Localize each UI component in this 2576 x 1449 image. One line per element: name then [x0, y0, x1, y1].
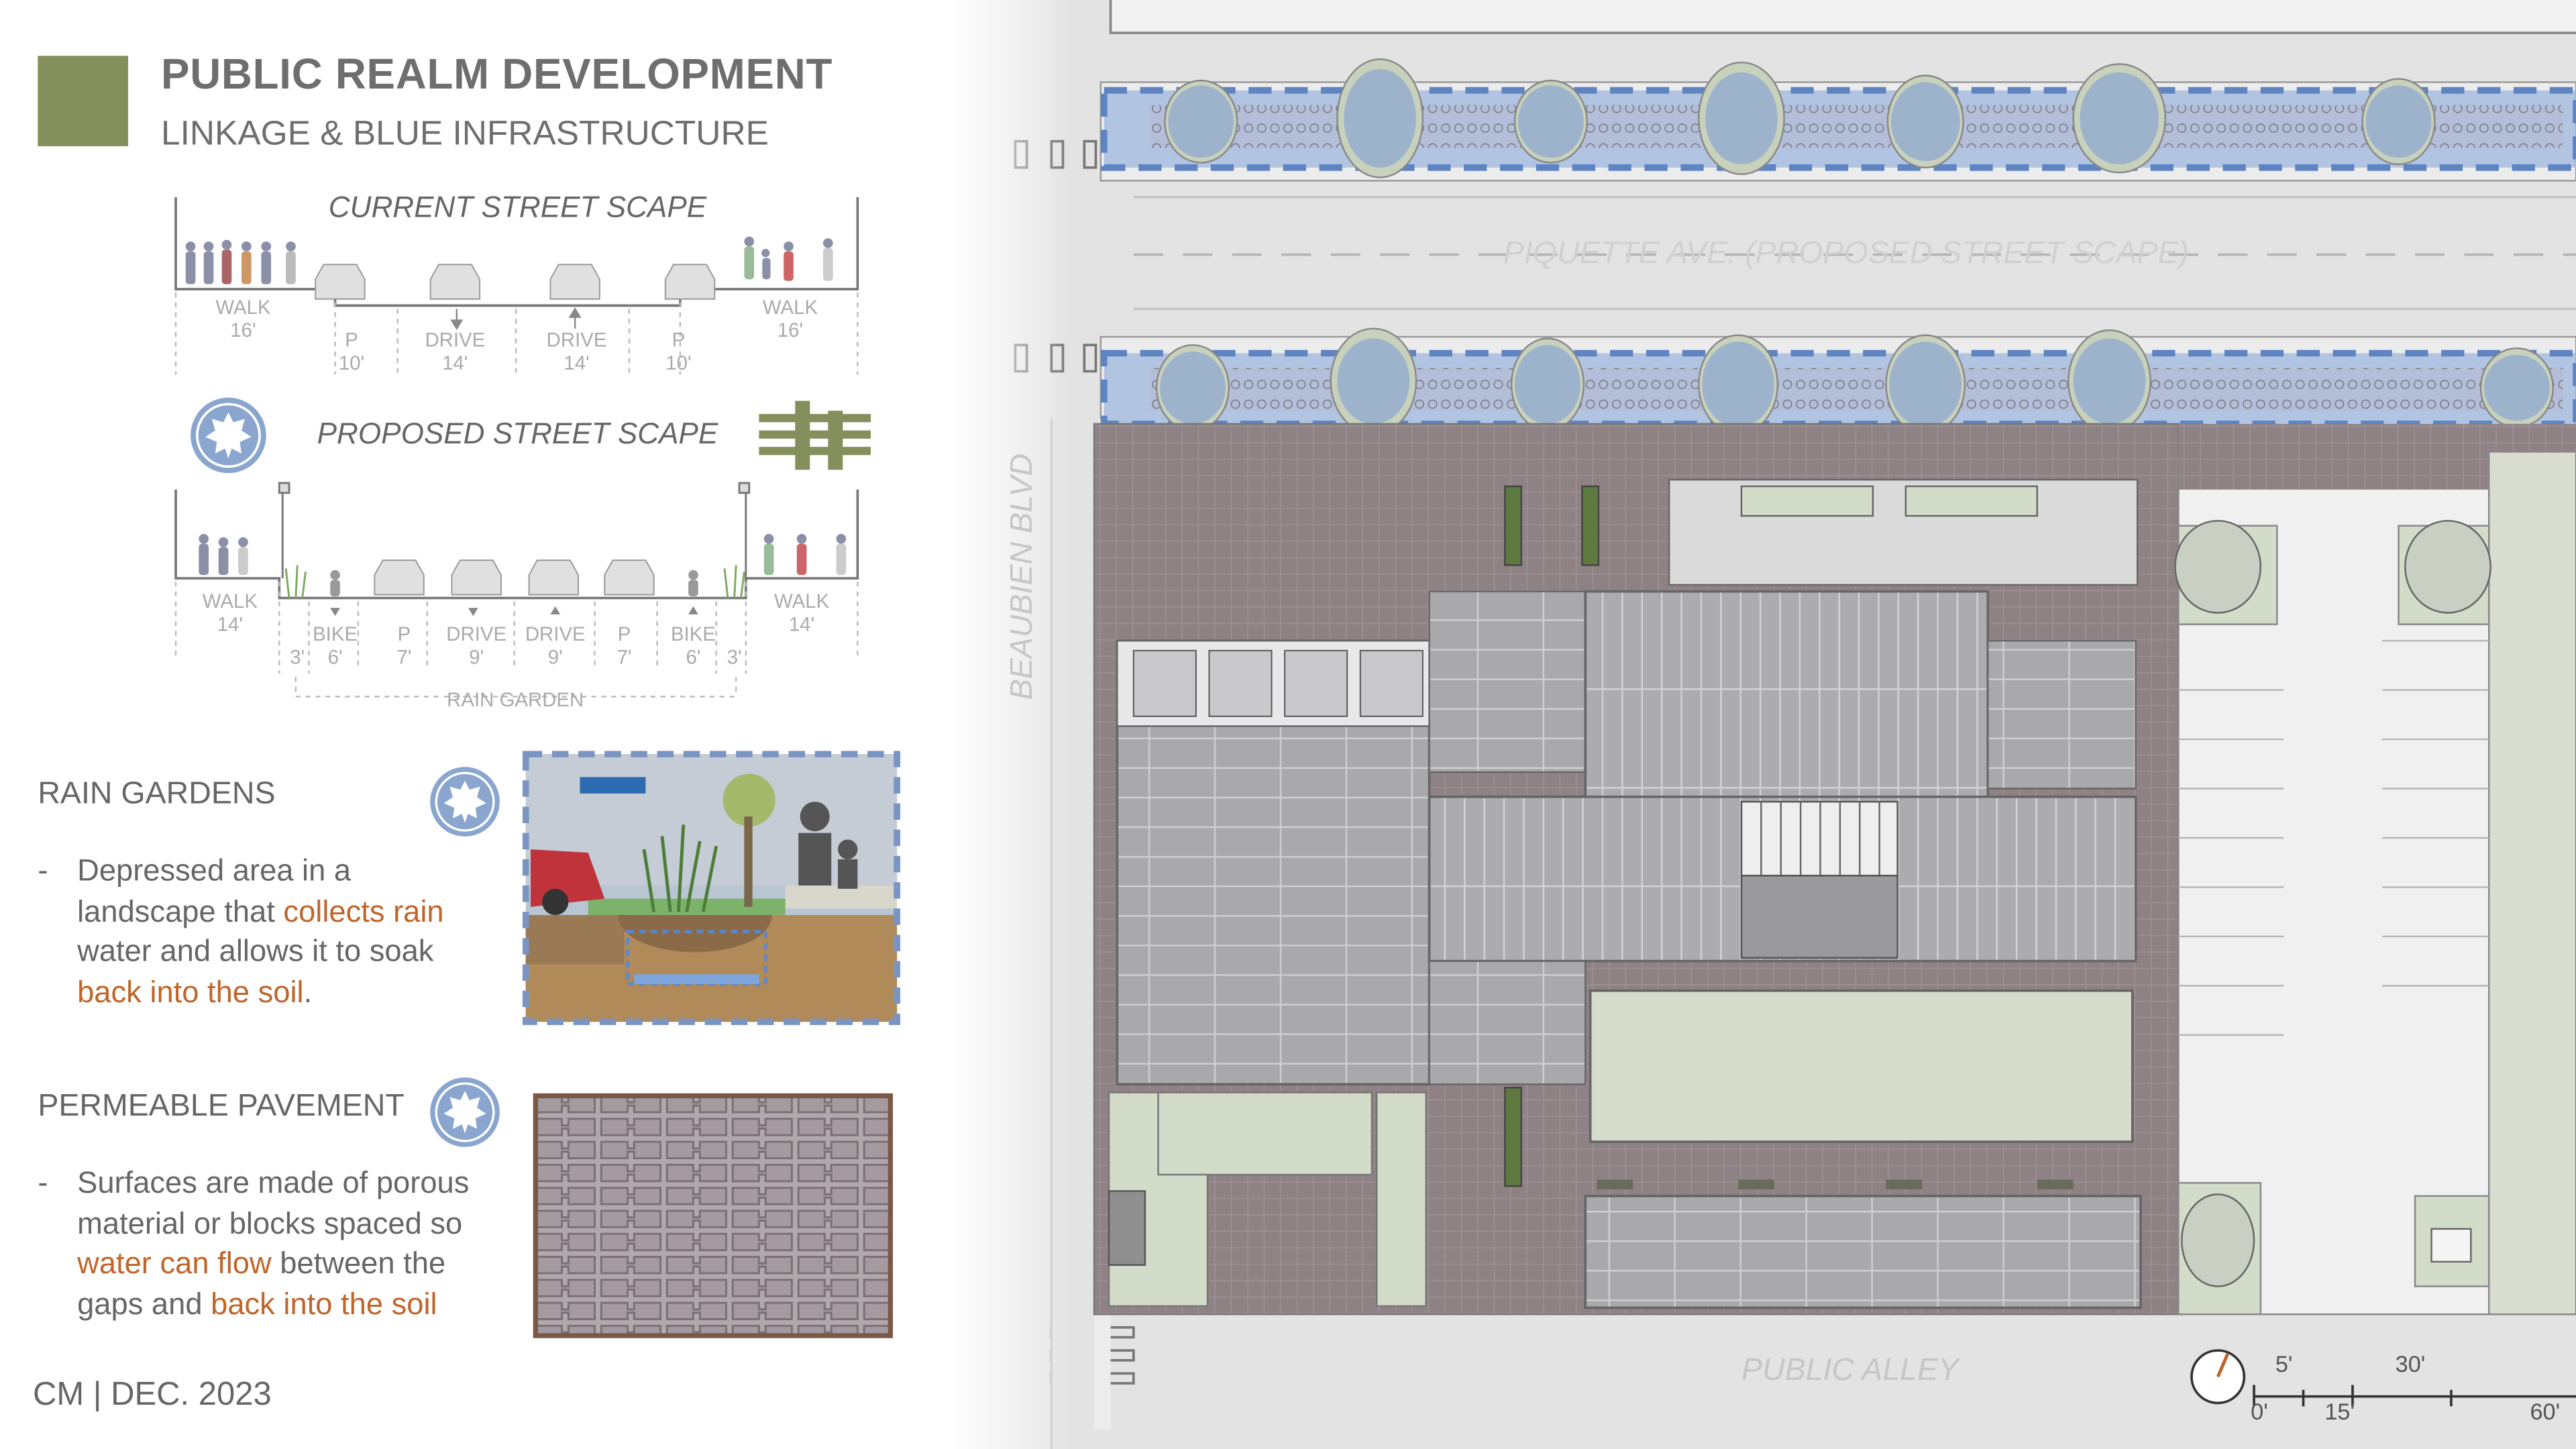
street-label: PIQUETTE AVE. (PROPOSED STREET SCAPE)	[1503, 236, 2190, 272]
leaf-drop-icon	[191, 397, 266, 474]
current-lane-6: WALK 16'	[762, 295, 818, 342]
permeable-bullet: -	[38, 1165, 48, 1199]
proposed-section-title: PROPOSED STREET SCAPE	[317, 417, 718, 451]
proposed-lane-5: DRIVE 9'	[446, 623, 507, 669]
rain-garden-illustration	[522, 751, 901, 1026]
scale-label-60: 60'	[2530, 1398, 2561, 1425]
permeable-pavement-heading: PERMEABLE PAVEMENT	[38, 1089, 405, 1124]
proposed-lane-1: WALK 14'	[202, 590, 258, 636]
scale-label-30: 30'	[2395, 1350, 2426, 1377]
current-lane-1: WALK 16'	[215, 295, 271, 342]
alley-label: PUBLIC ALLEY	[1741, 1353, 1960, 1389]
scale-label-15: 15'	[2324, 1398, 2355, 1425]
car-icons	[315, 264, 716, 300]
pedestrian-icons	[185, 236, 833, 284]
scale-label-0: 0'	[2251, 1398, 2268, 1425]
page-title: PUBLIC REALM DEVELOPMENT	[161, 49, 833, 99]
current-lane-2: P 10'	[338, 328, 365, 375]
proposed-lane-6: DRIVE 9'	[525, 623, 586, 669]
footer-credit: CM | DEC. 2023	[32, 1377, 272, 1413]
rain-garden-label: RAIN GARDEN	[447, 688, 584, 712]
proposed-lane-9: 3'	[727, 645, 742, 669]
leaf-drop-icon	[430, 1077, 500, 1147]
permeable-pavement-swatch	[533, 1093, 894, 1338]
bench-icon	[759, 400, 871, 470]
permeable-description: Surfaces are made of porous material or …	[77, 1165, 470, 1320]
rain-gardens-bullet: -	[38, 853, 48, 888]
side-street-label: BEAUBIEN BLVD	[1005, 453, 1040, 700]
proposed-lane-4: P 7'	[396, 623, 412, 669]
rain-gardens-heading: RAIN GARDENS	[38, 777, 276, 812]
accent-square	[38, 56, 129, 146]
rain-gardens-description: Depressed area in a landscape that colle…	[77, 853, 444, 1008]
proposed-lane-8: BIKE 6'	[670, 623, 716, 669]
site-plan	[953, 0, 2576, 1449]
page-subtitle: LINKAGE & BLUE INFRASTRUCTURE	[161, 115, 769, 153]
proposed-lane-10: WALK 14'	[774, 590, 830, 636]
current-lane-3: DRIVE 14'	[425, 328, 486, 375]
scale-label-5: 5'	[2275, 1350, 2293, 1377]
proposed-lane-3: BIKE 6'	[313, 623, 358, 669]
leaf-drop-icon	[430, 767, 500, 837]
current-section-diagram	[174, 197, 859, 375]
proposed-lane-2: 3'	[290, 645, 305, 669]
current-lane-4: DRIVE 14'	[546, 328, 607, 375]
proposed-lane-7: P 7'	[616, 623, 632, 669]
current-lane-5: P 10'	[665, 328, 692, 375]
